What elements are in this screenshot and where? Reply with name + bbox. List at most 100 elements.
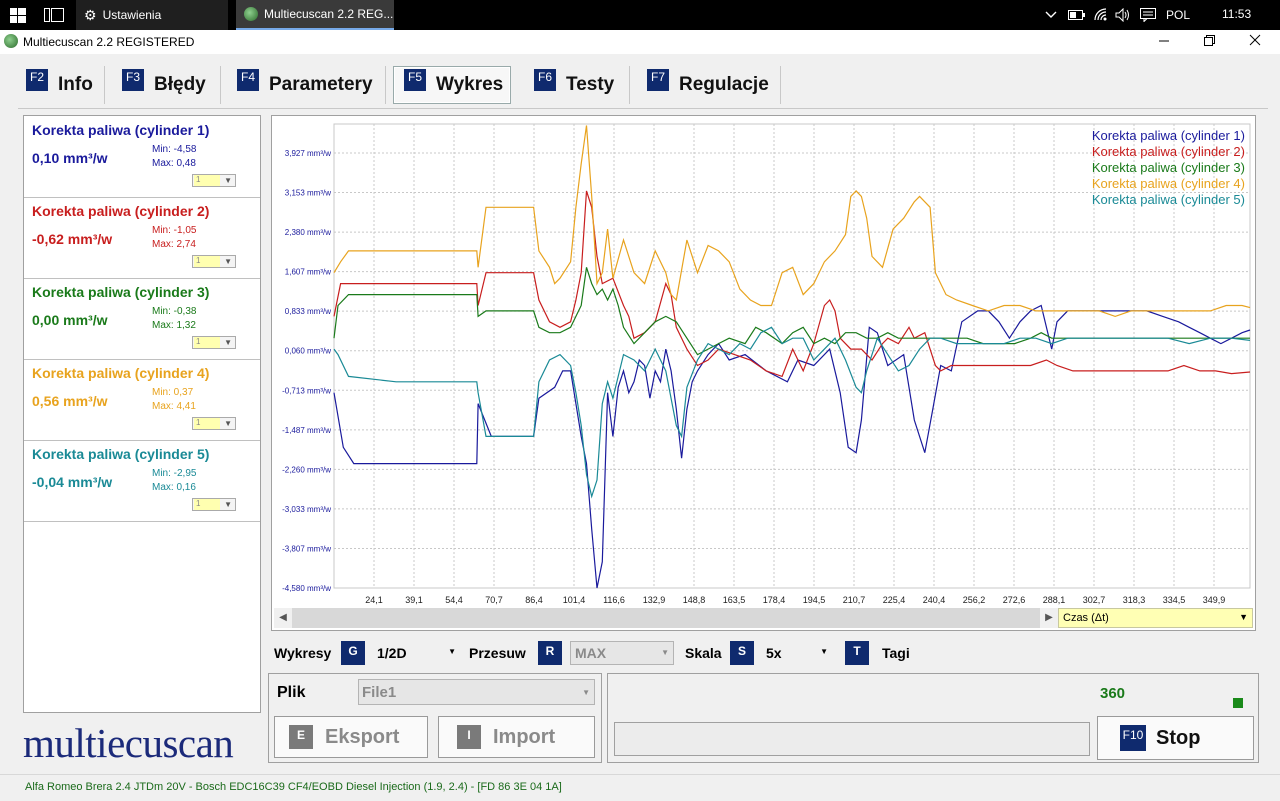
y-tick-label: 3,927 mm³/w: [285, 149, 331, 158]
tagi-key[interactable]: T: [845, 641, 869, 665]
x-axis-select-value: Czas (Δt): [1063, 612, 1109, 624]
task-view-icon[interactable]: [44, 8, 64, 22]
param-name: Korekta paliwa (cylinder 4): [32, 365, 210, 381]
taskbar-active-app-label: Multiecuscan 2.2 REG...: [264, 7, 394, 21]
export-key: E: [289, 725, 313, 749]
x-tick-label: 334,5: [1163, 595, 1186, 605]
wykresy-key[interactable]: G: [341, 641, 365, 665]
param-graph-select[interactable]: 1 ▼: [192, 174, 236, 187]
volume-icon[interactable]: [1115, 7, 1131, 25]
gear-icon: ⚙: [84, 6, 97, 23]
tab-label: Parametery: [269, 74, 373, 95]
chevron-down-icon: ▼: [448, 647, 456, 656]
chart-panel: 3,927 mm³/w 3,153 mm³/w 2,380 mm³/w 1,607 m…: [271, 115, 1256, 631]
y-tick-label: -1,487 mm³/w: [282, 426, 331, 435]
chevron-up-icon[interactable]: [1044, 7, 1058, 24]
windows-start-icon[interactable]: [10, 8, 26, 23]
taskbar-app-multiecuscan[interactable]: Multiecuscan 2.2 REG...: [236, 0, 394, 30]
skala-select[interactable]: 5x ▼: [758, 641, 832, 665]
legend-entry-cylinder-5: Korekta paliwa (cylinder 5): [1092, 192, 1245, 207]
tab-label: Błędy: [154, 74, 206, 95]
tab-key: F7: [647, 69, 669, 91]
tab-bledy[interactable]: F3 Błędy: [114, 66, 221, 104]
param-max: Max: 0,48: [152, 158, 196, 169]
tab-parametery[interactable]: F4 Parametery: [229, 66, 386, 104]
multiecuscan-app-icon: [244, 7, 258, 21]
file-select[interactable]: File1 ▼: [358, 679, 595, 705]
taskbar-app-settings[interactable]: ⚙ Ustawienia: [76, 0, 228, 30]
x-tick-label: 288,1: [1043, 595, 1066, 605]
param-name: Korekta paliwa (cylinder 3): [32, 284, 210, 300]
x-axis-select[interactable]: Czas (Δt) ▼: [1058, 608, 1253, 628]
clock[interactable]: 11:53: [1222, 7, 1251, 21]
param-item-cylinder-3[interactable]: Korekta paliwa (cylinder 3) 0,00 mm³/w M…: [24, 278, 260, 360]
przesuw-key[interactable]: R: [538, 641, 562, 665]
param-item-cylinder-2[interactable]: Korekta paliwa (cylinder 2) -0,62 mm³/w …: [24, 197, 260, 279]
wykresy-select-value: 1/2D: [377, 645, 407, 661]
minimize-icon[interactable]: [1152, 30, 1176, 54]
y-tick-label: 0,060 mm³/w: [285, 347, 331, 356]
language-indicator[interactable]: POL: [1166, 8, 1190, 22]
chart-horizontal-scrollbar[interactable]: ◀ ▶: [274, 608, 1058, 628]
param-graph-select[interactable]: 1 ▼: [192, 336, 236, 349]
stop-button[interactable]: F10 Stop: [1097, 716, 1254, 760]
x-tick-label: 302,7: [1083, 595, 1106, 605]
wykresy-select[interactable]: 1/2D ▼: [370, 641, 460, 665]
chart: 3,927 mm³/w 3,153 mm³/w 2,380 mm³/w 1,607 m…: [282, 123, 1251, 605]
tab-testy[interactable]: F6 Testy: [526, 66, 630, 104]
param-item-cylinder-1[interactable]: Korekta paliwa (cylinder 1) 0,10 mm³/w M…: [24, 116, 260, 198]
taskbar-settings-label: Ustawienia: [102, 8, 162, 22]
x-tick-label: 116,6: [603, 595, 625, 605]
param-item-cylinder-4[interactable]: Korekta paliwa (cylinder 4) 0,56 mm³/w M…: [24, 359, 260, 441]
y-tick-label: -3,807 mm³/w: [282, 544, 331, 553]
window-title: Multiecuscan 2.2 REGISTERED: [23, 35, 195, 49]
wykresy-label: Wykresy: [274, 645, 332, 661]
param-graph-select[interactable]: 1 ▼: [192, 498, 236, 511]
param-max: Max: 4,41: [152, 401, 196, 412]
stop-key: F10: [1120, 725, 1146, 751]
przesuw-label: Przesuw: [469, 645, 526, 661]
export-label: Eksport: [325, 725, 400, 748]
tagi-label[interactable]: Tagi: [882, 645, 910, 661]
x-tick-label: 148,8: [683, 595, 706, 605]
x-tick-label: 225,4: [883, 595, 906, 605]
multiecuscan-logo: multiecuscan: [23, 720, 234, 766]
x-tick-label: 210,7: [843, 595, 866, 605]
skala-key[interactable]: S: [730, 641, 754, 665]
export-button[interactable]: E Eksport: [274, 716, 428, 758]
param-graph-select-value: 1: [194, 337, 220, 348]
tab-label: Testy: [566, 74, 615, 95]
tab-regulacje[interactable]: F7 Regulacje: [639, 66, 781, 104]
y-tick-label: 0,833 mm³/w: [285, 307, 331, 316]
scroll-left-arrow-icon[interactable]: ◀: [274, 608, 292, 628]
param-item-cylinder-5[interactable]: Korekta paliwa (cylinder 5) -0,04 mm³/w …: [24, 440, 260, 522]
maximize-icon[interactable]: [1197, 30, 1221, 54]
battery-icon[interactable]: [1068, 9, 1086, 24]
x-tick-label: 256,2: [963, 595, 986, 605]
chevron-down-icon: ▼: [224, 176, 232, 185]
stop-label: Stop: [1156, 726, 1201, 749]
x-tick-label: 178,4: [763, 595, 786, 605]
tab-info[interactable]: F2 Info: [18, 66, 105, 104]
action-center-icon[interactable]: [1140, 8, 1156, 25]
controls-row: Wykresy G 1/2D ▼ Przesuw R MAX ▼ Skala S…: [274, 641, 1254, 667]
tab-key: F6: [534, 69, 556, 91]
param-graph-select[interactable]: 1 ▼: [192, 417, 236, 430]
close-icon[interactable]: [1243, 30, 1267, 54]
sample-counter: 360: [1100, 685, 1126, 702]
param-name: Korekta paliwa (cylinder 2): [32, 203, 210, 219]
tab-wykres[interactable]: F5 Wykres: [393, 66, 511, 104]
chevron-down-icon: ▼: [1239, 612, 1248, 622]
param-min: Min: -4,58: [152, 144, 197, 155]
y-tick-label: -4,580 mm³/w: [282, 584, 331, 593]
param-max: Max: 1,32: [152, 320, 196, 331]
scroll-right-arrow-icon[interactable]: ▶: [1040, 608, 1058, 628]
przesuw-select[interactable]: MAX ▼: [570, 641, 674, 665]
y-tick-label: -3,033 mm³/w: [282, 505, 331, 514]
x-tick-label: 318,3: [1123, 595, 1146, 605]
file-select-value: File1: [362, 684, 397, 701]
wifi-icon[interactable]: [1093, 7, 1109, 26]
param-graph-select[interactable]: 1 ▼: [192, 255, 236, 268]
param-value: -0,04 mm³/w: [32, 474, 113, 490]
import-button[interactable]: I Import: [438, 716, 595, 758]
